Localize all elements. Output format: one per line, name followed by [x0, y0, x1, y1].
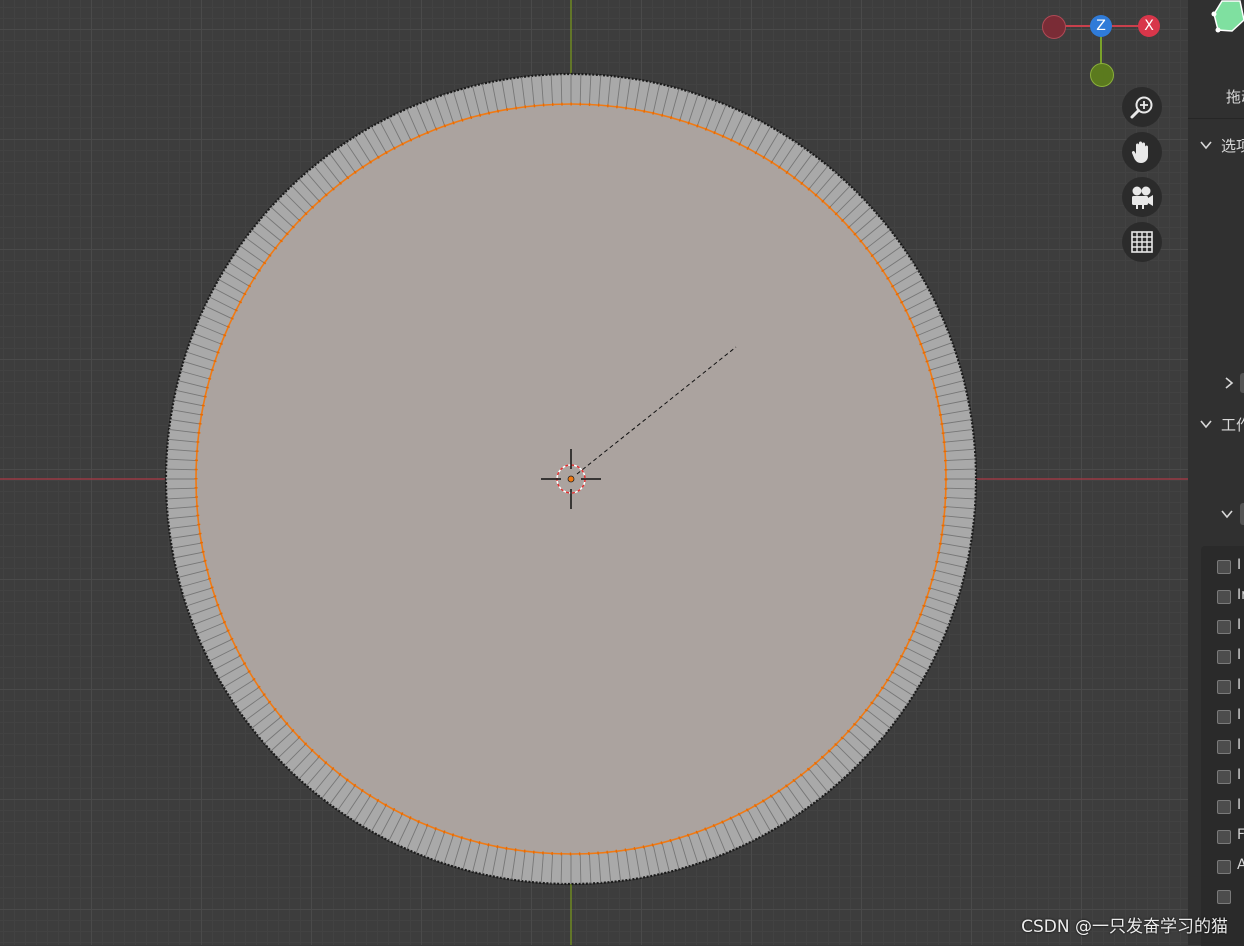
checkbox-label: Ir: [1237, 587, 1244, 603]
gizmo-z-ball[interactable]: Z: [1090, 15, 1112, 37]
checkbox-label: I: [1237, 677, 1242, 693]
grid-icon: [1131, 231, 1153, 253]
zoom-button[interactable]: [1122, 87, 1162, 127]
checkbox-row[interactable]: I: [1217, 677, 1244, 696]
ortho-toggle-button[interactable]: [1122, 222, 1162, 262]
checkbox[interactable]: [1217, 860, 1231, 874]
checkbox[interactable]: [1217, 590, 1231, 604]
checkbox[interactable]: [1217, 680, 1231, 694]
checkbox-label: I: [1237, 707, 1242, 723]
active-tool-icon[interactable]: [1210, 0, 1244, 34]
checkbox-row[interactable]: I: [1217, 647, 1244, 666]
checkbox[interactable]: [1217, 620, 1231, 634]
checkbox[interactable]: [1217, 890, 1231, 904]
checkbox-label: A: [1237, 857, 1244, 873]
checkbox-row[interactable]: [1217, 890, 1244, 906]
viewport-scene[interactable]: [0, 0, 1188, 945]
checkbox[interactable]: [1217, 710, 1231, 724]
checkbox[interactable]: [1217, 770, 1231, 784]
checkbox-row[interactable]: Ir: [1217, 587, 1244, 606]
hand-icon: [1131, 141, 1148, 163]
checkbox-label: I: [1237, 647, 1242, 663]
checkbox-row[interactable]: I: [1217, 617, 1244, 636]
checkbox-label: I: [1237, 797, 1242, 813]
checkbox-row[interactable]: A: [1217, 857, 1244, 876]
camera-view-button[interactable]: [1122, 177, 1162, 217]
workspace-panel-label: 工作: [1221, 416, 1244, 434]
subpanel-field[interactable]: [1240, 503, 1244, 525]
pan-button[interactable]: [1122, 132, 1162, 172]
tool-hint-text: 拖动: [1226, 88, 1244, 106]
origin-point: [567, 475, 575, 483]
checkbox-row[interactable]: I: [1217, 737, 1244, 756]
checkbox-row[interactable]: I: [1217, 557, 1244, 576]
checkbox[interactable]: [1217, 740, 1231, 754]
chevron-down-icon: [1200, 141, 1212, 150]
checkbox[interactable]: [1217, 800, 1231, 814]
gizmo-neg-x-ball[interactable]: [1042, 15, 1066, 39]
chevron-down-icon: [1221, 510, 1233, 519]
checkbox-row[interactable]: F: [1217, 827, 1244, 846]
checkbox-label: I: [1237, 617, 1242, 633]
checkbox-row[interactable]: I: [1217, 707, 1244, 726]
chevron-down-icon: [1200, 420, 1212, 429]
options-panel-label: 选项: [1221, 137, 1244, 155]
checkbox-label: I: [1237, 737, 1242, 753]
gizmo-x-ball[interactable]: X: [1138, 15, 1160, 37]
checkbox-label: F: [1237, 827, 1244, 843]
checkbox[interactable]: [1217, 650, 1231, 664]
3d-viewport[interactable]: Z X: [0, 0, 1188, 945]
checkbox-label: I: [1237, 767, 1242, 783]
checkbox-label: I: [1237, 557, 1242, 573]
watermark: CSDN @一只发奋学习的猫: [1021, 917, 1228, 937]
checkbox-row[interactable]: I: [1217, 797, 1244, 816]
checkbox-row[interactable]: I: [1217, 767, 1244, 786]
checkbox[interactable]: [1217, 830, 1231, 844]
checkbox[interactable]: [1217, 560, 1231, 574]
subpanel-field[interactable]: [1240, 373, 1244, 393]
camera-icon: [1132, 186, 1153, 209]
chevron-right-icon: [1225, 377, 1234, 389]
zoom-icon: [1130, 96, 1153, 119]
gizmo-neg-y-ball[interactable]: [1090, 63, 1114, 87]
sidebar-divider: [1188, 118, 1244, 119]
